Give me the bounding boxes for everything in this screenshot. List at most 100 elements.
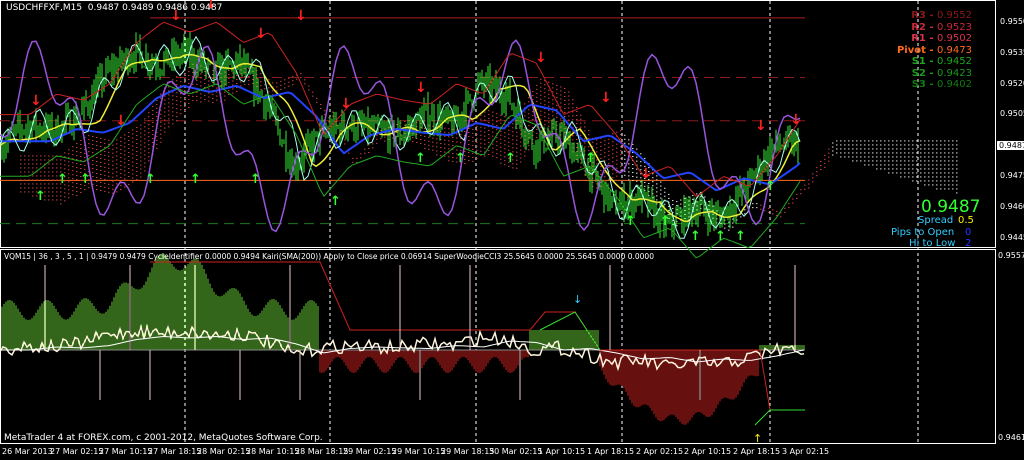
ichimoku-cloud-dot [860, 148, 862, 150]
ichimoku-cloud-dot [868, 140, 870, 142]
ichimoku-cloud-dot [152, 126, 154, 128]
ichimoku-cloud-dot [108, 155, 110, 157]
pivot-label: R2 [911, 21, 926, 33]
ichimoku-cloud-dot [540, 102, 542, 104]
ichimoku-cloud-dot [412, 137, 414, 139]
ichimoku-cloud-dot [228, 90, 230, 92]
ichimoku-cloud-dot [136, 179, 138, 181]
ichimoku-cloud-dot [112, 184, 114, 186]
ichimoku-cloud-dot [196, 83, 198, 85]
ichimoku-cloud-dot [176, 100, 178, 102]
ichimoku-cloud-dot [44, 183, 46, 185]
ichimoku-cloud-dot [560, 106, 562, 108]
ichimoku-cloud-dot [208, 88, 210, 90]
ichimoku-cloud-dot [164, 123, 166, 125]
ichimoku-cloud-dot [472, 120, 474, 122]
ichimoku-cloud-dot [176, 76, 178, 78]
ichimoku-cloud-dot [516, 155, 518, 157]
ichimoku-cloud-dot [600, 153, 602, 155]
ichimoku-cloud-dot [100, 157, 102, 159]
time-axis-label: 28 Mar 10:15 [246, 447, 300, 456]
pips-to-open-value: 0 [965, 227, 972, 238]
ichimoku-cloud-dot [900, 176, 902, 178]
ichimoku-cloud-dot [84, 164, 86, 166]
time-axis-label: 1 Apr 18:15 [587, 447, 635, 456]
ichimoku-cloud-dot [868, 152, 870, 154]
ichimoku-cloud-dot [364, 148, 366, 150]
ichimoku-cloud-dot [124, 150, 126, 152]
ichimoku-cloud-dot [28, 191, 30, 193]
ichimoku-cloud-dot [188, 70, 190, 72]
ichimoku-cloud-dot [636, 160, 638, 162]
ichimoku-cloud-dot [544, 112, 546, 114]
ichimoku-cloud-dot [120, 172, 122, 174]
price-axis-label: 0.9505 [1000, 109, 1024, 119]
ichimoku-cloud-dot [856, 144, 858, 146]
ichimoku-cloud-dot [516, 151, 518, 153]
ichimoku-cloud-dot [632, 180, 634, 182]
ichimoku-cloud-dot [96, 161, 98, 163]
ichimoku-cloud-dot [920, 176, 922, 178]
ichimoku-cloud-dot [956, 144, 958, 146]
ichimoku-cloud-dot [292, 84, 294, 86]
ichimoku-cloud-dot [864, 160, 866, 162]
ichimoku-cloud-dot [128, 167, 130, 169]
ichimoku-cloud-dot [312, 95, 314, 97]
ichimoku-cloud-dot [924, 156, 926, 158]
ichimoku-cloud-dot [204, 94, 206, 96]
ichimoku-cloud-dot [148, 116, 150, 118]
ichimoku-cloud-dot [476, 129, 478, 131]
ichimoku-cloud-dot [600, 141, 602, 143]
ichimoku-cloud-dot [556, 88, 558, 90]
ichimoku-cloud-dot [512, 123, 514, 125]
ichimoku-cloud-dot [428, 144, 430, 146]
ichimoku-cloud-dot [452, 160, 454, 162]
ichimoku-cloud-dot [432, 141, 434, 143]
ichimoku-cloud-dot [96, 137, 98, 139]
ichimoku-cloud-dot [160, 125, 162, 127]
ichimoku-cloud-dot [480, 130, 482, 132]
ichimoku-cloud-dot [236, 90, 238, 92]
ichimoku-cloud-dot [644, 157, 646, 159]
ichimoku-cloud-dot [236, 78, 238, 80]
ichimoku-cloud-dot [844, 140, 846, 142]
indicator-axis-bottom: 0.9461 [998, 433, 1024, 442]
ichimoku-cloud-dot [64, 196, 66, 198]
price-axis-label: 0.9550 [1000, 17, 1024, 26]
ichimoku-cloud-dot [928, 176, 930, 178]
ichimoku-cloud-dot [664, 195, 666, 197]
ichimoku-cloud-dot [940, 180, 942, 182]
ichimoku-cloud-dot [888, 156, 890, 158]
ichimoku-cloud-dot [664, 191, 666, 193]
ichimoku-cloud-dot [912, 156, 914, 158]
time-axis-label: 3 Apr 02:15 [782, 447, 830, 456]
time-axis-label: 27 Mar 10:15 [99, 447, 153, 456]
ichimoku-cloud-dot [668, 197, 670, 199]
ichimoku-cloud-dot [912, 140, 914, 142]
ichimoku-cloud-dot [956, 180, 958, 182]
ichimoku-cloud-dot [900, 144, 902, 146]
price-chart[interactable]: ↓↓↓↓↓↓↓↓↓↓↓↓ ↓↑↑ ↑ ↑ ↑ ↑↑↑ ↑ ↑ ↑↑ ↑↑ ↑ ↑↑↓↑ [0, 0, 1024, 460]
ichimoku-cloud-dot [68, 161, 70, 163]
ichimoku-cloud-dot [880, 152, 882, 154]
ichimoku-cloud-dot [656, 187, 658, 189]
ichimoku-cloud-dot [620, 170, 622, 172]
ichimoku-cloud-dot [56, 199, 58, 201]
ichimoku-cloud-dot [916, 152, 918, 154]
ichimoku-cloud-dot [928, 184, 930, 186]
ichimoku-cloud-dot [904, 164, 906, 166]
ichimoku-cloud-dot [428, 136, 430, 138]
ichimoku-cloud-dot [100, 189, 102, 191]
ichimoku-cloud-dot [492, 155, 494, 157]
ichimoku-cloud-dot [672, 200, 674, 202]
ichimoku-cloud-dot [140, 144, 142, 146]
ichimoku-cloud-dot [104, 146, 106, 148]
ichimoku-cloud-dot [204, 98, 206, 100]
ichimoku-cloud-dot [612, 177, 614, 179]
ichimoku-cloud-dot [112, 164, 114, 166]
ichimoku-cloud-dot [100, 161, 102, 163]
ichimoku-cloud-dot [516, 163, 518, 165]
ichimoku-cloud-dot [264, 88, 266, 90]
ichimoku-cloud-dot [268, 91, 270, 93]
ichimoku-cloud-dot [468, 147, 470, 149]
